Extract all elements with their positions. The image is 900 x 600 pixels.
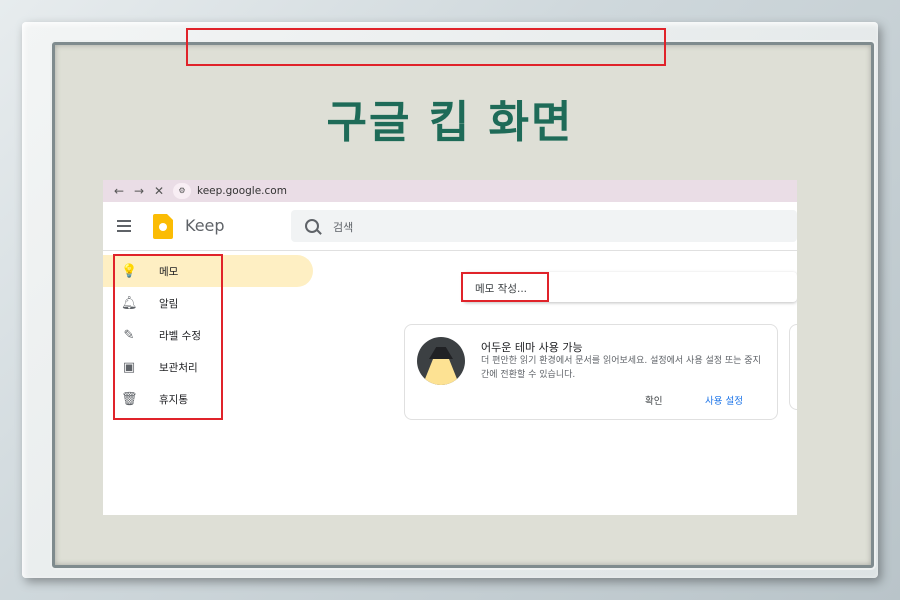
keep-logo-icon [153, 214, 173, 239]
site-settings-icon[interactable]: ⚙ [173, 183, 191, 199]
close-icon[interactable]: ✕ [149, 184, 169, 198]
sidebar-highlight-box [113, 254, 223, 420]
browser-address-bar: ← → ✕ ⚙ keep.google.com [103, 180, 797, 202]
url-text[interactable]: keep.google.com [197, 185, 287, 197]
confirm-button[interactable]: 확인 [645, 393, 662, 407]
card-title: 어두운 테마 사용 가능 [481, 341, 583, 354]
app-name: Keep [185, 216, 225, 235]
next-card-edge [789, 324, 797, 410]
keep-header: Keep 검색 [103, 202, 797, 251]
search-placeholder: 검색 [333, 221, 354, 234]
lamp-illustration [417, 337, 465, 385]
card-body: 더 편안한 읽기 환경에서 문서를 읽어보세요. 설정에서 사용 설정 또는 중… [481, 356, 761, 380]
search-input[interactable]: 검색 [291, 210, 797, 242]
forward-arrow-icon[interactable]: → [129, 184, 149, 198]
dark-theme-card: 어두운 테마 사용 가능 더 편안한 읽기 환경에서 문서를 읽어보세요. 설정… [404, 324, 778, 420]
note-highlight-box [461, 272, 549, 302]
search-highlight-box [186, 28, 666, 66]
poster-title: 구글 킵 화면 [326, 97, 574, 148]
back-arrow-icon[interactable]: ← [109, 184, 129, 198]
hamburger-menu-icon[interactable] [117, 217, 135, 235]
enable-button[interactable]: 사용 설정 [705, 393, 743, 407]
search-icon[interactable] [305, 219, 319, 233]
